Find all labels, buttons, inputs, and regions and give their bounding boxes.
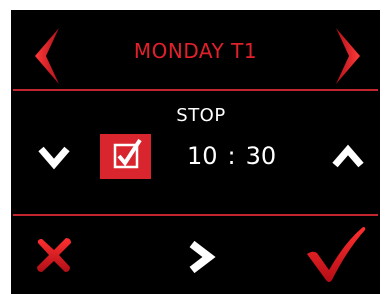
time-hours: 10 <box>187 142 218 170</box>
enable-checkbox[interactable] <box>100 134 151 179</box>
close-icon <box>37 238 71 272</box>
time-separator: : <box>227 142 236 170</box>
previous-day-button[interactable] <box>32 26 62 86</box>
chevron-down-icon <box>38 146 70 170</box>
next-step-button[interactable] <box>185 240 217 274</box>
time-minutes: 30 <box>245 142 277 170</box>
time-display: 10:30 <box>187 139 276 173</box>
page-title: MONDAY T1 <box>133 39 258 63</box>
footer-divider <box>13 214 378 216</box>
chevron-right-icon <box>189 240 216 274</box>
event-label: STOP <box>176 105 226 126</box>
checkbox-checked-icon <box>113 138 142 169</box>
increase-time-button[interactable] <box>331 142 365 172</box>
next-day-button[interactable] <box>333 26 363 86</box>
thermostat-screen: MONDAY T1 STOP 10:30 <box>11 10 380 294</box>
cancel-button[interactable] <box>33 234 75 276</box>
chevron-up-icon <box>332 144 364 168</box>
chevron-right-icon <box>336 28 360 84</box>
header-divider <box>13 89 378 91</box>
chevron-left-icon <box>35 28 59 84</box>
decrease-time-button[interactable] <box>37 142 71 172</box>
check-icon <box>307 227 366 282</box>
confirm-button[interactable] <box>305 224 367 284</box>
